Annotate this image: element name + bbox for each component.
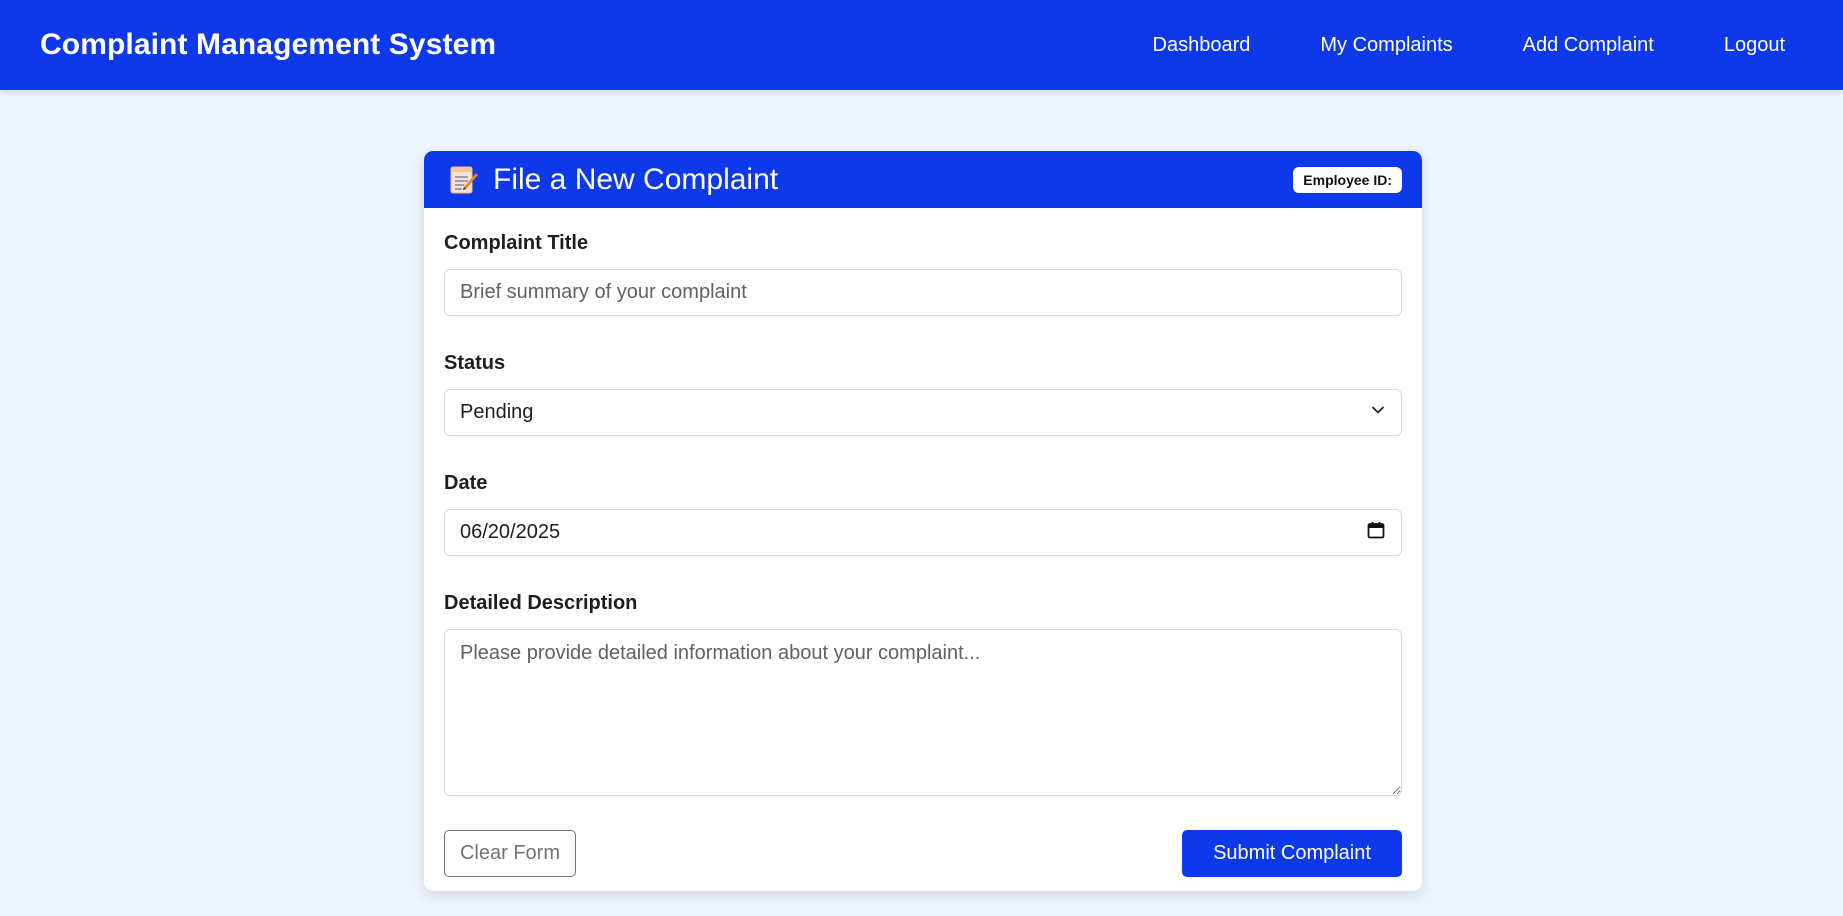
status-group: Status Pending [444, 352, 1402, 436]
form-title: File a New Complaint [493, 162, 779, 196]
clear-form-button[interactable]: Clear Form [444, 830, 576, 877]
status-select[interactable]: Pending [444, 389, 1402, 436]
date-label: Date [444, 472, 488, 494]
status-selected-value: Pending [460, 401, 534, 423]
memo-icon [449, 164, 479, 196]
chevron-down-icon [1370, 401, 1386, 424]
date-group: Date 06/20/2025 [444, 472, 1402, 556]
submit-complaint-button[interactable]: Submit Complaint [1182, 830, 1402, 877]
calendar-icon[interactable] [1366, 520, 1386, 546]
form-body: Complaint Title Status Pending Date 06/2… [424, 208, 1422, 877]
nav-link-logout[interactable]: Logout [1724, 34, 1785, 57]
app-title: Complaint Management System [40, 28, 497, 61]
description-label: Detailed Description [444, 592, 638, 614]
description-textarea[interactable] [444, 629, 1402, 796]
date-value: 06/20/2025 [460, 521, 561, 543]
nav-link-add-complaint[interactable]: Add Complaint [1523, 34, 1654, 57]
card-title-wrap: File a New Complaint [449, 163, 778, 197]
status-label: Status [444, 352, 506, 374]
top-navbar: Complaint Management System Dashboard My… [0, 0, 1843, 90]
nav-link-dashboard[interactable]: Dashboard [1153, 34, 1251, 57]
form-actions: Clear Form Submit Complaint [444, 830, 1402, 877]
complaint-title-group: Complaint Title [444, 232, 1402, 316]
nav-links: Dashboard My Complaints Add Complaint Lo… [1083, 34, 1785, 57]
complaint-title-input[interactable] [444, 269, 1402, 316]
date-input[interactable]: 06/20/2025 [444, 509, 1402, 556]
card-header: File a New Complaint Employee ID: [424, 151, 1422, 208]
complaint-title-label: Complaint Title [444, 232, 589, 254]
employee-id-badge: Employee ID: [1293, 166, 1402, 193]
complaint-form-card: File a New Complaint Employee ID: Compla… [424, 151, 1422, 891]
nav-link-my-complaints[interactable]: My Complaints [1320, 34, 1452, 57]
description-group: Detailed Description [444, 592, 1402, 801]
